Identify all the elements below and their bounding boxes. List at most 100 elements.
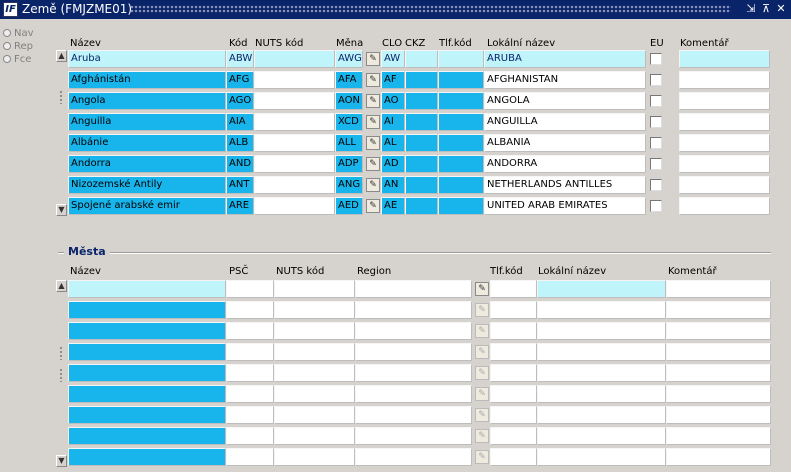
country-tlf-field[interactable] (438, 197, 484, 215)
city-name-field[interactable] (68, 448, 226, 466)
city-psc-field[interactable] (226, 322, 274, 340)
city-comment-field[interactable] (666, 406, 771, 424)
city-local-name-field[interactable] (537, 385, 666, 403)
country-nuts-field[interactable] (254, 71, 335, 89)
city-name-field[interactable] (68, 427, 226, 445)
city-region-field[interactable] (355, 280, 472, 298)
city-name-field[interactable] (68, 280, 226, 298)
country-ckz-field[interactable] (405, 176, 438, 194)
lov-edit-icon[interactable]: ✎ (475, 450, 489, 464)
lov-edit-icon[interactable]: ✎ (366, 178, 380, 192)
radio-nav[interactable]: Nav (3, 28, 34, 39)
country-currency-field[interactable]: ALL (335, 134, 363, 152)
eu-checkbox[interactable] (650, 74, 662, 86)
lov-edit-icon[interactable]: ✎ (475, 366, 489, 380)
country-ckz-field[interactable] (405, 92, 438, 110)
country-tlf-field[interactable] (438, 176, 484, 194)
city-region-field[interactable] (355, 322, 472, 340)
country-local-name-field[interactable]: ANGUILLA (484, 113, 646, 131)
lov-edit-icon[interactable]: ✎ (475, 429, 489, 443)
city-tlf-field[interactable] (490, 322, 537, 340)
country-clo-field[interactable]: AF (381, 71, 405, 89)
eu-checkbox[interactable] (650, 116, 662, 128)
country-code-field[interactable]: AIA (226, 113, 254, 131)
city-local-name-field[interactable] (537, 427, 666, 445)
cities-scrollbar[interactable]: ▲ ▼ (56, 280, 67, 468)
scroll-down-icon[interactable]: ▼ (56, 455, 67, 467)
city-psc-field[interactable] (226, 280, 274, 298)
eu-checkbox[interactable] (650, 200, 662, 212)
lov-edit-icon[interactable]: ✎ (366, 136, 380, 150)
scroll-up-icon[interactable]: ▲ (56, 50, 67, 62)
city-tlf-field[interactable] (490, 301, 537, 319)
lov-edit-icon[interactable]: ✎ (366, 73, 380, 87)
country-code-field[interactable]: AGO (226, 92, 254, 110)
city-local-name-field[interactable] (537, 322, 666, 340)
country-comment-field[interactable] (679, 176, 770, 194)
country-clo-field[interactable]: AE (381, 197, 405, 215)
country-nuts-field[interactable] (254, 134, 335, 152)
country-name-field[interactable]: Afghánistán (68, 71, 226, 89)
country-local-name-field[interactable]: ANDORRA (484, 155, 646, 173)
city-nuts-field[interactable] (274, 280, 355, 298)
country-code-field[interactable]: ANT (226, 176, 254, 194)
country-clo-field[interactable]: AW (381, 50, 405, 68)
country-name-field[interactable]: Albánie (68, 134, 226, 152)
country-code-field[interactable]: ARE (226, 197, 254, 215)
city-nuts-field[interactable] (274, 385, 355, 403)
country-tlf-field[interactable] (438, 71, 484, 89)
country-code-field[interactable]: AFG (226, 71, 254, 89)
country-name-field[interactable]: Nizozemské Antily (68, 176, 226, 194)
country-nuts-field[interactable] (254, 197, 335, 215)
minimize-button[interactable]: ⇲ (744, 2, 758, 16)
country-name-field[interactable]: Anguilla (68, 113, 226, 131)
city-local-name-field[interactable] (537, 448, 666, 466)
lov-edit-icon[interactable]: ✎ (366, 94, 380, 108)
country-tlf-field[interactable] (438, 155, 484, 173)
country-comment-field[interactable] (679, 92, 770, 110)
city-region-field[interactable] (355, 343, 472, 361)
country-clo-field[interactable]: AD (381, 155, 405, 173)
countries-scrollbar[interactable]: ▲ ▼ (56, 50, 67, 216)
country-currency-field[interactable]: ADP (335, 155, 363, 173)
country-nuts-field[interactable] (254, 113, 335, 131)
country-local-name-field[interactable]: UNITED ARAB EMIRATES (484, 197, 646, 215)
city-tlf-field[interactable] (490, 280, 537, 298)
city-local-name-field[interactable] (537, 406, 666, 424)
country-clo-field[interactable]: AO (381, 92, 405, 110)
country-comment-field[interactable] (679, 155, 770, 173)
city-region-field[interactable] (355, 364, 472, 382)
country-name-field[interactable]: Aruba (68, 50, 226, 68)
country-tlf-field[interactable] (438, 92, 484, 110)
city-tlf-field[interactable] (490, 406, 537, 424)
city-comment-field[interactable] (666, 364, 771, 382)
city-tlf-field[interactable] (490, 343, 537, 361)
country-currency-field[interactable]: AFA (335, 71, 363, 89)
city-nuts-field[interactable] (274, 364, 355, 382)
eu-checkbox[interactable] (650, 158, 662, 170)
city-comment-field[interactable] (666, 343, 771, 361)
lov-edit-icon[interactable]: ✎ (366, 157, 380, 171)
country-comment-field[interactable] (679, 50, 770, 68)
country-nuts-field[interactable] (254, 176, 335, 194)
country-name-field[interactable]: Angola (68, 92, 226, 110)
country-nuts-field[interactable] (254, 155, 335, 173)
country-tlf-field[interactable] (438, 50, 484, 68)
city-region-field[interactable] (355, 427, 472, 445)
country-code-field[interactable]: ALB (226, 134, 254, 152)
city-psc-field[interactable] (226, 427, 274, 445)
radio-rep[interactable]: Rep (3, 41, 33, 52)
city-nuts-field[interactable] (274, 343, 355, 361)
city-name-field[interactable] (68, 343, 226, 361)
city-comment-field[interactable] (666, 385, 771, 403)
lov-edit-icon[interactable]: ✎ (475, 345, 489, 359)
city-name-field[interactable] (68, 322, 226, 340)
city-region-field[interactable] (355, 385, 472, 403)
country-ckz-field[interactable] (405, 71, 438, 89)
radio-fce[interactable]: Fce (3, 54, 31, 65)
city-comment-field[interactable] (666, 448, 771, 466)
country-name-field[interactable]: Spojené arabské emir (68, 197, 226, 215)
eu-checkbox[interactable] (650, 137, 662, 149)
country-ckz-field[interactable] (405, 50, 438, 68)
lov-edit-icon[interactable]: ✎ (475, 303, 489, 317)
